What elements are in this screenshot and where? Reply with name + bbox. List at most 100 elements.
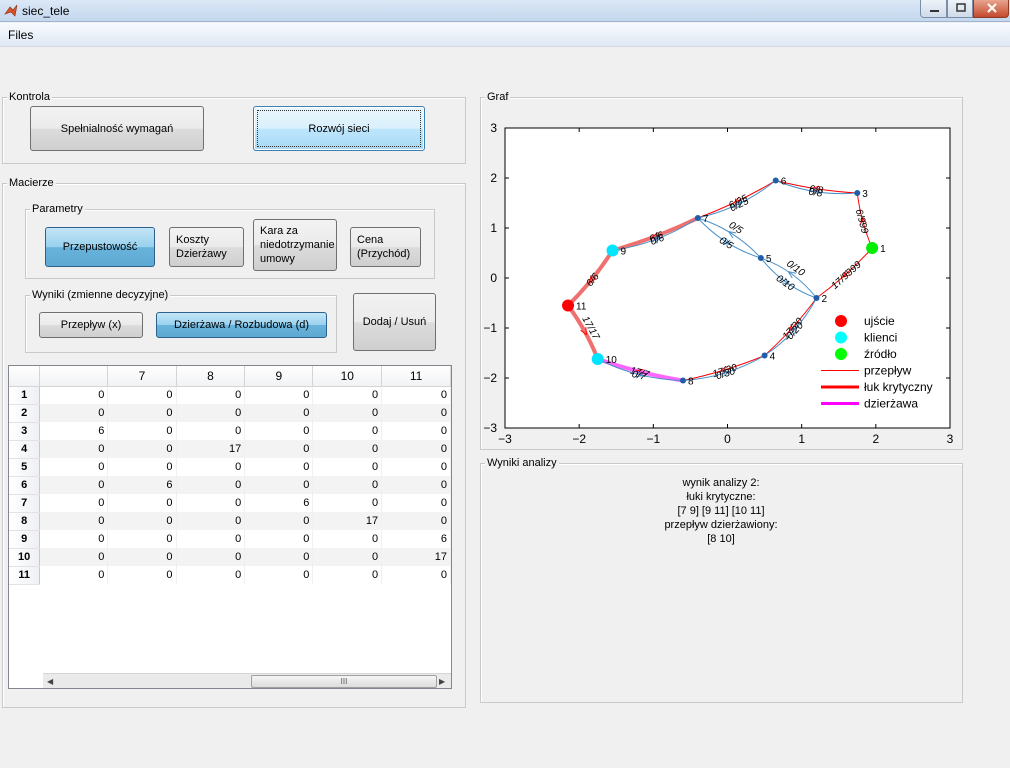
node-6[interactable]: [772, 177, 779, 184]
scroll-thumb[interactable]: III: [251, 675, 437, 688]
row-header[interactable]: 10: [9, 548, 41, 567]
price-button[interactable]: Cena (Przychód): [350, 227, 421, 267]
row-header[interactable]: 3: [9, 422, 41, 441]
requirements-button[interactable]: Spełnialność wymagań: [30, 106, 204, 151]
node-4[interactable]: [761, 352, 768, 359]
table-cell[interactable]: 0: [176, 458, 246, 476]
node-8[interactable]: [680, 377, 686, 384]
table-cell[interactable]: 0: [244, 548, 314, 566]
node-9[interactable]: [606, 244, 619, 257]
table-cell[interactable]: 0: [39, 512, 109, 530]
table-cell[interactable]: 0: [381, 494, 451, 512]
table-cell[interactable]: 0: [312, 530, 383, 548]
column-header[interactable]: 9: [244, 366, 314, 387]
table-cell[interactable]: 0: [381, 512, 451, 530]
node-11[interactable]: [562, 299, 575, 312]
column-header[interactable]: 7: [107, 366, 177, 387]
table-cell[interactable]: 0: [176, 512, 246, 530]
table-cell[interactable]: 0: [312, 458, 383, 476]
minimize-button[interactable]: [920, 0, 947, 18]
row-header[interactable]: 7: [9, 494, 41, 513]
menu-files[interactable]: Files: [8, 28, 33, 42]
table-cell[interactable]: 0: [176, 494, 246, 512]
table-cell[interactable]: 6: [39, 422, 109, 440]
table-cell[interactable]: 0: [381, 476, 451, 494]
maximize-button[interactable]: [947, 0, 973, 18]
network-development-button[interactable]: Rozwój sieci: [253, 106, 425, 151]
table-cell[interactable]: 0: [39, 386, 109, 404]
table-cell[interactable]: 0: [312, 494, 383, 512]
table-cell[interactable]: 0: [244, 440, 314, 458]
row-header[interactable]: 5: [9, 458, 41, 477]
table-cell[interactable]: 0: [312, 422, 383, 440]
table-cell[interactable]: 17: [381, 548, 451, 566]
table-cell[interactable]: 0: [381, 422, 451, 440]
table-cell[interactable]: 0: [39, 548, 109, 566]
table-cell[interactable]: 0: [381, 440, 451, 458]
scroll-right-icon[interactable]: ▶: [439, 677, 445, 686]
table-cell[interactable]: 0: [244, 386, 314, 404]
row-header[interactable]: 9: [9, 530, 41, 549]
add-remove-button[interactable]: Dodaj / Usuń: [353, 293, 436, 351]
table-cell[interactable]: 0: [244, 512, 314, 530]
table-cell[interactable]: 0: [381, 566, 451, 584]
table-cell[interactable]: 17: [176, 440, 246, 458]
table-cell[interactable]: 6: [107, 476, 177, 494]
node-10[interactable]: [591, 353, 604, 365]
table-cell[interactable]: 0: [107, 530, 177, 548]
table-cell[interactable]: 0: [312, 386, 383, 404]
table-cell[interactable]: 0: [381, 458, 451, 476]
table-cell[interactable]: 0: [176, 386, 246, 404]
table-cell[interactable]: 0: [39, 476, 109, 494]
table-cell[interactable]: 0: [312, 548, 383, 566]
table-cell[interactable]: 0: [176, 548, 246, 566]
table-cell[interactable]: 0: [107, 512, 177, 530]
row-header[interactable]: 11: [9, 566, 41, 585]
table-cell[interactable]: 0: [39, 566, 109, 584]
column-header[interactable]: 8: [176, 366, 246, 387]
table-cell[interactable]: 0: [107, 386, 177, 404]
table-cell[interactable]: 0: [312, 566, 383, 584]
flow-button[interactable]: Przepływ (x): [39, 312, 143, 338]
table-cell[interactable]: 0: [39, 440, 109, 458]
table-cell[interactable]: 0: [39, 530, 109, 548]
table-cell[interactable]: 0: [381, 386, 451, 404]
node-3[interactable]: [854, 190, 861, 196]
table-cell[interactable]: 0: [244, 422, 314, 440]
table-cell[interactable]: 0: [107, 566, 177, 584]
table-cell[interactable]: 0: [312, 440, 383, 458]
row-header[interactable]: 4: [9, 440, 41, 459]
lease-expansion-button[interactable]: Dzierżawa / Rozbudowa (d): [156, 312, 327, 338]
table-cell[interactable]: 0: [107, 422, 177, 440]
table-cell[interactable]: 0: [39, 458, 109, 476]
row-header[interactable]: 2: [9, 404, 41, 423]
horizontal-scrollbar[interactable]: ◀ III ▶: [43, 673, 451, 688]
table-cell[interactable]: 6: [381, 530, 451, 548]
capacity-button[interactable]: Przepustowość: [45, 227, 155, 267]
penalty-button[interactable]: Kara za niedotrzymanie umowy: [253, 219, 337, 271]
table-cell[interactable]: 17: [312, 512, 383, 530]
table-cell[interactable]: 0: [176, 530, 246, 548]
table-cell[interactable]: 0: [244, 476, 314, 494]
close-button[interactable]: [973, 0, 1009, 18]
table-cell[interactable]: 6: [244, 494, 314, 512]
row-header[interactable]: 8: [9, 512, 41, 531]
node-5[interactable]: [757, 255, 764, 261]
table-cell[interactable]: 0: [107, 458, 177, 476]
table-cell[interactable]: 0: [176, 422, 246, 440]
table-cell[interactable]: 0: [312, 404, 383, 422]
table-cell[interactable]: 0: [107, 440, 177, 458]
table-cell[interactable]: 0: [107, 494, 177, 512]
table-cell[interactable]: 0: [176, 404, 246, 422]
node-1[interactable]: [866, 242, 879, 254]
matrix-table[interactable]: 7 8 9 10 11 1 0 0 0 0 0 0 2 0 0 0 0 0 0 3 6 0 0 0 0 0 4 0 0 17 0 0…: [8, 365, 452, 689]
node-2[interactable]: [813, 295, 820, 301]
table-cell[interactable]: 0: [107, 548, 177, 566]
column-header[interactable]: 11: [381, 366, 451, 387]
table-cell[interactable]: 0: [244, 458, 314, 476]
table-cell[interactable]: 0: [107, 404, 177, 422]
row-header[interactable]: 1: [9, 386, 41, 405]
table-cell[interactable]: 0: [176, 566, 246, 584]
table-cell[interactable]: 0: [244, 566, 314, 584]
lease-cost-button[interactable]: Koszty Dzierżawy: [169, 227, 244, 267]
